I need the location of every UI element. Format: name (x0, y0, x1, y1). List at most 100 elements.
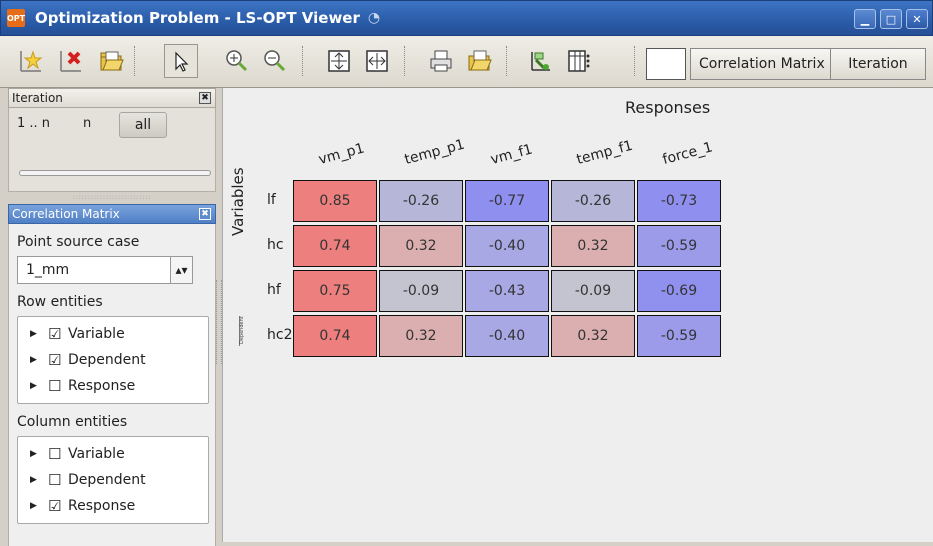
matrix-cell[interactable]: -0.40 (465, 225, 549, 267)
tab-correlation-matrix[interactable]: Correlation Matrix (690, 48, 834, 80)
matrix-cell[interactable]: 0.32 (379, 315, 463, 357)
delete-plot-icon[interactable] (54, 44, 88, 78)
close-button[interactable]: ✕ (906, 9, 928, 29)
matrix-cell[interactable]: -0.59 (637, 225, 721, 267)
matrix-cell[interactable]: 0.32 (551, 315, 635, 357)
checkbox-unchecked-icon[interactable]: ☐ (48, 377, 62, 395)
column-entity-response[interactable]: ▶ ☑ Response (30, 493, 208, 519)
row-header: hc2 (267, 327, 293, 343)
new-plot-icon[interactable] (14, 44, 48, 78)
matrix-cell[interactable]: -0.43 (465, 270, 549, 312)
checkbox-checked-icon[interactable]: ☑ (48, 325, 62, 343)
expand-triangle-icon[interactable]: ▶ (30, 475, 42, 485)
row-entities-list: ▶ ☑ Variable ▶ ☑ Dependent ▶ ☐ Response (17, 316, 209, 404)
matrix-cell[interactable]: -0.09 (379, 270, 463, 312)
fit-horizontal-icon[interactable] (360, 44, 394, 78)
maximize-button[interactable]: □ (880, 9, 902, 29)
matrix-cell[interactable]: -0.26 (379, 180, 463, 222)
iteration-all-button[interactable]: all (119, 112, 167, 138)
checkbox-unchecked-icon[interactable]: ☐ (48, 471, 62, 489)
pointer-tool-icon[interactable] (164, 44, 198, 78)
open-folder-icon[interactable] (94, 44, 128, 78)
toolbar: Correlation Matrix Iteration (0, 36, 933, 88)
matrix-cell[interactable]: -0.09 (551, 270, 635, 312)
matrix-cell[interactable]: -0.26 (551, 180, 635, 222)
correlation-panel-body: Point source case 1_mm ▴▾ Row entities ▶… (8, 224, 216, 546)
row-header: hc (267, 237, 284, 253)
left-panel: Iteration ✖ 1 .. n n all :::::::::::::::… (8, 88, 216, 546)
correlation-panel-title: Correlation Matrix (12, 207, 120, 221)
matrix-cell[interactable]: 0.75 (293, 270, 377, 312)
variables-axis-label: Variables (229, 167, 247, 236)
matrix-cell[interactable]: -0.40 (465, 315, 549, 357)
panel-splitter[interactable]: :::::::::::::::::::::::::: (8, 192, 216, 204)
column-entity-variable[interactable]: ▶ ☐ Variable (30, 441, 208, 467)
color-swatch[interactable] (646, 48, 686, 80)
column-header: temp_f1 (574, 137, 635, 168)
matrix-cell[interactable]: -0.59 (637, 315, 721, 357)
close-iteration-panel-icon[interactable]: ✖ (199, 92, 211, 104)
iteration-n-option[interactable]: n (83, 116, 91, 131)
correlation-panel-header: Correlation Matrix ✖ (8, 204, 216, 224)
column-entities-list: ▶ ☐ Variable ▶ ☐ Dependent ▶ ☑ Response (17, 436, 209, 524)
iteration-slider[interactable] (19, 170, 211, 176)
iteration-panel-body: 1 .. n n all (8, 108, 216, 192)
matrix-cell[interactable]: 0.32 (379, 225, 463, 267)
point-source-select[interactable]: 1_mm ▴▾ (17, 256, 193, 284)
column-entity-label: Variable (68, 446, 125, 462)
print-icon[interactable] (424, 44, 458, 78)
zoom-out-icon[interactable] (258, 44, 292, 78)
point-source-label: Point source case (17, 234, 140, 250)
app-icon: OPT (7, 9, 25, 27)
iteration-panel-title: Iteration (12, 91, 63, 105)
close-correlation-panel-icon[interactable]: ✖ (199, 208, 211, 220)
dependent-axis-label: Dependent (239, 316, 245, 344)
iteration-range-option[interactable]: 1 .. n (17, 116, 50, 131)
matrix-cell[interactable]: -0.73 (637, 180, 721, 222)
table-view-icon[interactable] (562, 44, 596, 78)
row-entity-dependent[interactable]: ▶ ☑ Dependent (30, 347, 208, 373)
column-header: temp_p1 (402, 136, 467, 168)
checkbox-checked-icon[interactable]: ☑ (48, 497, 62, 515)
row-entity-label: Variable (68, 326, 125, 342)
plot-settings-icon[interactable] (524, 44, 558, 78)
save-folder-icon[interactable] (462, 44, 496, 78)
row-entity-response[interactable]: ▶ ☐ Response (30, 373, 208, 399)
row-entity-variable[interactable]: ▶ ☑ Variable (30, 321, 208, 347)
expand-triangle-icon[interactable]: ▶ (30, 381, 42, 391)
expand-triangle-icon[interactable]: ▶ (30, 355, 42, 365)
swirl-icon: ◔ (367, 10, 381, 26)
window-title: Optimization Problem - LS-OPT Viewer (35, 9, 360, 27)
column-entities-label: Column entities (17, 414, 128, 430)
matrix-cell[interactable]: 0.85 (293, 180, 377, 222)
expand-triangle-icon[interactable]: ▶ (30, 329, 42, 339)
checkbox-checked-icon[interactable]: ☑ (48, 351, 62, 369)
row-entities-label: Row entities (17, 294, 103, 310)
row-header: lf (267, 192, 276, 208)
column-header: vm_p1 (316, 140, 367, 168)
expand-triangle-icon[interactable]: ▶ (30, 501, 42, 511)
matrix-cell[interactable]: -0.69 (637, 270, 721, 312)
tab-iteration[interactable]: Iteration (830, 48, 926, 80)
column-header: force_1 (660, 139, 715, 168)
row-entity-label: Response (68, 378, 136, 394)
correlation-matrix-view: Responses Variables Dependent vm_p1 temp_… (222, 88, 933, 542)
matrix-cell[interactable]: 0.32 (551, 225, 635, 267)
minimize-button[interactable]: ▁ (854, 9, 876, 29)
column-entity-dependent[interactable]: ▶ ☐ Dependent (30, 467, 208, 493)
point-source-value: 1_mm (26, 262, 70, 278)
matrix-cell[interactable]: 0.74 (293, 315, 377, 357)
row-entity-label: Dependent (68, 352, 146, 368)
column-header: vm_f1 (488, 141, 535, 168)
fit-vertical-icon[interactable] (322, 44, 356, 78)
column-entity-label: Dependent (68, 472, 146, 488)
checkbox-unchecked-icon[interactable]: ☐ (48, 445, 62, 463)
responses-axis-label: Responses (625, 98, 711, 117)
zoom-in-icon[interactable] (220, 44, 254, 78)
title-bar: OPT Optimization Problem - LS-OPT Viewer… (0, 0, 933, 36)
matrix-cell[interactable]: 0.74 (293, 225, 377, 267)
matrix-cell[interactable]: -0.77 (465, 180, 549, 222)
updown-arrow-icon[interactable]: ▴▾ (170, 257, 192, 283)
expand-triangle-icon[interactable]: ▶ (30, 449, 42, 459)
column-entity-label: Response (68, 498, 136, 514)
